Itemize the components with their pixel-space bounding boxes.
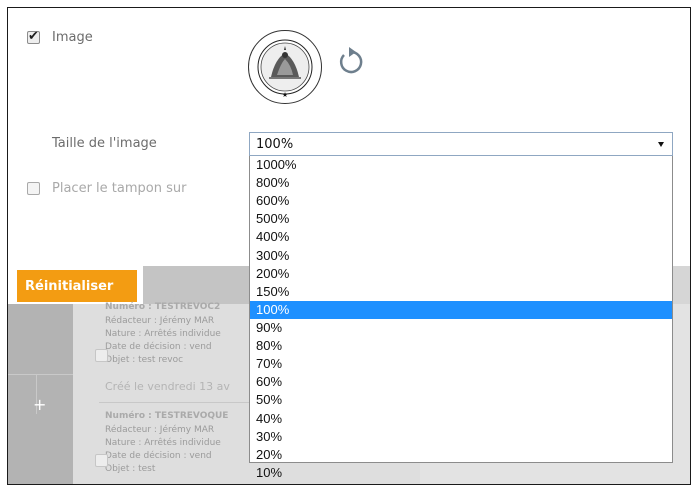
record-date: Date de décision : vend	[105, 342, 212, 352]
size-option[interactable]: 10%	[250, 464, 672, 482]
size-option[interactable]: 300%	[250, 247, 672, 265]
size-option[interactable]: 50%	[250, 391, 672, 409]
record-object: Objet : test revoc	[105, 355, 184, 365]
checkmark-icon: ✔	[28, 29, 39, 44]
image-size-value: 100%	[256, 137, 294, 152]
record-date: Date de décision : vend	[105, 451, 212, 461]
image-label: Image	[52, 30, 93, 45]
image-checkbox[interactable]: ✔	[27, 29, 40, 44]
size-option[interactable]: 20%	[250, 446, 672, 464]
record-number: Numéro : TESTREVOQUE	[105, 411, 229, 421]
toolbar-edge	[671, 266, 690, 304]
reset-rotation-icon[interactable]	[334, 45, 368, 79]
size-option[interactable]: 90%	[250, 319, 672, 337]
size-option[interactable]: 400%	[250, 228, 672, 246]
size-option[interactable]: 100%	[250, 300, 672, 319]
record-nature: Nature : Arrêtés individue	[105, 438, 221, 448]
image-size-dropdown: 1000% 800% 600% 500% 400% 300% 200% 150% 100% 90%…	[249, 156, 673, 480]
size-option[interactable]: 1000%	[250, 156, 672, 174]
size-option[interactable]: 200%	[250, 265, 672, 283]
stamp-settings-panel: ✔ Image ★ Taille de l'image Placer le ta…	[7, 7, 691, 485]
size-option[interactable]: 500%	[250, 210, 672, 228]
row-checkbox[interactable]	[95, 454, 108, 467]
record-created: Créé le vendredi 13 av	[105, 380, 230, 393]
size-option[interactable]: 80%	[250, 337, 672, 355]
size-option[interactable]: 30%	[250, 428, 672, 446]
row-checkbox[interactable]	[95, 349, 108, 362]
size-option[interactable]: 150%	[250, 283, 672, 301]
place-stamp-checkbox[interactable]	[27, 182, 40, 195]
size-option[interactable]: 600%	[250, 192, 672, 210]
reset-button[interactable]: Réinitialiser	[17, 270, 137, 302]
add-icon[interactable]: +	[33, 395, 46, 414]
side-divider	[8, 374, 73, 375]
image-size-select[interactable]: 100%	[249, 132, 673, 156]
size-option[interactable]: 70%	[250, 355, 672, 373]
record-author: Rédacteur : Jérémy MAR	[105, 316, 215, 326]
place-stamp-label: Placer le tampon sur	[52, 181, 187, 196]
record-object: Objet : test	[105, 464, 156, 474]
record-nature: Nature : Arrêtés individue	[105, 329, 221, 339]
size-option[interactable]: 800%	[250, 174, 672, 192]
record-author: Rédacteur : Jérémy MAR	[105, 425, 215, 435]
size-option[interactable]: 40%	[250, 410, 672, 428]
image-size-label: Taille de l'image	[52, 136, 157, 151]
svg-text:★: ★	[282, 91, 288, 99]
seal-stamp-icon: ★	[248, 30, 322, 104]
size-option[interactable]: 60%	[250, 373, 672, 391]
record-number: Numéro : TESTREVOC2	[105, 302, 221, 312]
dropdown-arrow-icon	[658, 142, 664, 147]
